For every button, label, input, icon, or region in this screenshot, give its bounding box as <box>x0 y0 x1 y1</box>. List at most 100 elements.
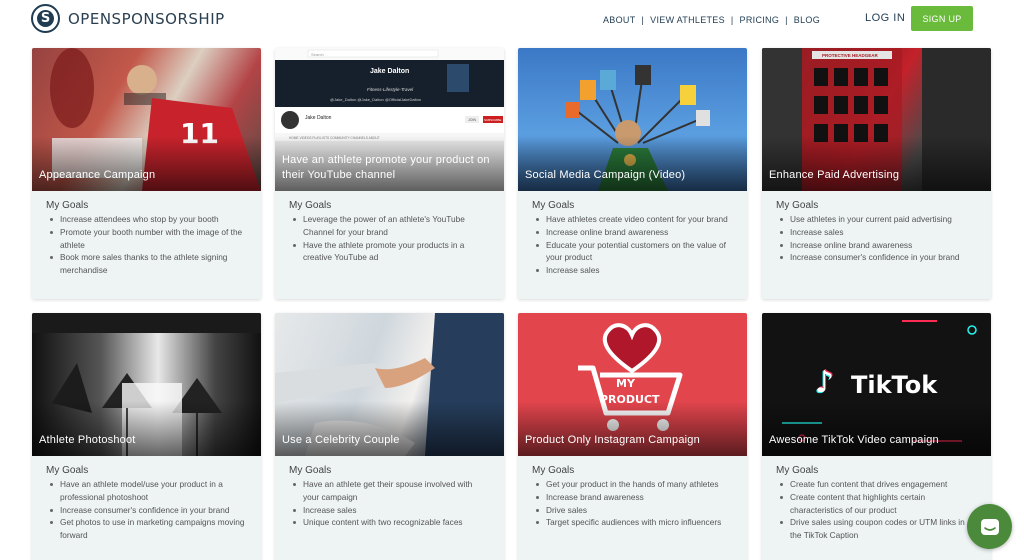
goals-heading: My Goals <box>289 465 332 476</box>
campaign-card-photoshoot[interactable]: Athlete Photoshoot My Goals Have an athl… <box>32 313 261 560</box>
goals-list: Use athletes in your current paid advert… <box>776 213 977 264</box>
goals-list: Have an athlete get their spouse involve… <box>289 478 490 529</box>
goal-item: Use athletes in your current paid advert… <box>776 213 977 226</box>
chat-launcher-button[interactable] <box>967 504 1012 549</box>
goals-list: Leverage the power of an athlete's YouTu… <box>289 213 490 264</box>
goal-item: Target specific audiences with micro inf… <box>532 516 733 529</box>
goal-item: Create content that highlights certain c… <box>776 491 977 517</box>
goal-item: Get your product in the hands of many at… <box>532 478 733 491</box>
goal-item: Educate your potential customers on the … <box>532 239 733 265</box>
goal-item: Create fun content that drives engagemen… <box>776 478 977 491</box>
nav-separator: | <box>730 15 734 25</box>
card-body: My Goals Increase attendees who stop by … <box>32 191 261 285</box>
card-image: PROTECTIVE HEADGEAR Enhance Paid Adverti… <box>762 48 991 191</box>
chat-icon <box>980 518 999 535</box>
nav-pricing[interactable]: PRICING <box>740 15 780 25</box>
goals-list: Have athletes create video content for y… <box>532 213 733 277</box>
campaign-card-product-instagram[interactable]: MY PRODUCT Product Only Instagram Campai… <box>518 313 747 560</box>
card-body: My Goals Create fun content that drives … <box>762 456 991 550</box>
card-image: Athlete Photoshoot <box>32 313 261 456</box>
goal-item: Increase sales <box>776 226 977 239</box>
goal-item: Increase brand awareness <box>532 491 733 504</box>
main-nav: ABOUT | VIEW ATHLETES | PRICING | BLOG <box>603 15 820 25</box>
goals-list: Increase attendees who stop by your boot… <box>46 213 247 277</box>
svg-text:Search: Search <box>311 52 324 57</box>
svg-text:SUBSCRIBE: SUBSCRIBE <box>484 118 501 122</box>
card-body: My Goals Leverage the power of an athlet… <box>275 191 504 272</box>
goal-item: Increase sales <box>532 264 733 277</box>
goal-item: Increase sales <box>289 504 490 517</box>
tiktok-logo-text: TikTok <box>851 371 938 399</box>
campaign-card-tiktok[interactable]: ♪ ♪ ♪ TikTok Awesome TikTok Video campai… <box>762 313 991 560</box>
card-title: Use a Celebrity Couple <box>282 434 400 446</box>
campaign-card-youtube[interactable]: Search Jake Dalton Fitness-Lifestyle-Tra… <box>275 48 504 299</box>
goal-item: Drive sales using coupon codes or UTM li… <box>776 516 977 542</box>
nav-about[interactable]: ABOUT <box>603 15 636 25</box>
goal-item: Increase attendees who stop by your boot… <box>46 213 247 226</box>
goals-heading: My Goals <box>532 200 575 211</box>
login-link[interactable]: LOG IN <box>865 12 905 24</box>
goals-list: Get your product in the hands of many at… <box>532 478 733 529</box>
card-title: Athlete Photoshoot <box>39 434 136 446</box>
nav-blog[interactable]: BLOG <box>794 15 820 25</box>
site-logo[interactable]: S OPENSPONSORSHIP <box>31 4 225 33</box>
goal-item: Have an athlete model/use your product i… <box>46 478 247 504</box>
card-title: Social Media Campaign (Video) <box>525 169 686 181</box>
logo-text: OPENSPONSORSHIP <box>68 9 225 28</box>
nav-view-athletes[interactable]: VIEW ATHLETES <box>650 15 725 25</box>
sign-text: PROTECTIVE HEADGEAR <box>822 53 879 58</box>
card-body: My Goals Have athletes create video cont… <box>518 191 747 285</box>
goal-item: Increase consumer's confidence in your b… <box>46 504 247 517</box>
card-body: My Goals Have an athlete get their spous… <box>275 456 504 537</box>
nav-separator: | <box>641 15 645 25</box>
campaign-card-appearance[interactable]: 11 Appearance Campaign My Goals Increase… <box>32 48 261 299</box>
goal-item: Promote your booth number with the image… <box>46 226 247 252</box>
goal-item: Have an athlete get their spouse involve… <box>289 478 490 504</box>
card-body: My Goals Use athletes in your current pa… <box>762 191 991 272</box>
goal-item: Increase consumer's confidence in your b… <box>776 251 977 264</box>
goal-item: Unique content with two recognizable fac… <box>289 516 490 529</box>
svg-text:♪: ♪ <box>815 365 834 400</box>
goals-heading: My Goals <box>289 200 332 211</box>
card-title: Appearance Campaign <box>39 169 156 181</box>
goal-item: Increase online brand awareness <box>532 226 733 239</box>
goals-heading: My Goals <box>46 200 89 211</box>
svg-text:@Jake_Dalton @Jake_Dalton: @Jake_Dalton @Jake_Dalton @OfficialJakeD… <box>330 97 421 102</box>
goal-item: Book more sales thanks to the athlete si… <box>46 251 247 277</box>
svg-text:Jake Dalton: Jake Dalton <box>305 115 332 121</box>
goals-list: Create fun content that drives engagemen… <box>776 478 977 542</box>
signup-button[interactable]: SIGN UP <box>911 6 973 31</box>
goals-heading: My Goals <box>776 465 819 476</box>
svg-text:Fitness-Lifestyle-Travel: Fitness-Lifestyle-Travel <box>367 87 414 92</box>
campaign-card-social-video[interactable]: Social Media Campaign (Video) My Goals H… <box>518 48 747 299</box>
goal-item: Increase online brand awareness <box>776 239 977 252</box>
goals-list: Have an athlete model/use your product i… <box>46 478 247 542</box>
card-image: Social Media Campaign (Video) <box>518 48 747 191</box>
card-image: MY PRODUCT Product Only Instagram Campai… <box>518 313 747 456</box>
card-body: My Goals Get your product in the hands o… <box>518 456 747 537</box>
card-title: Product Only Instagram Campaign <box>525 434 700 446</box>
goal-item: Have athletes create video content for y… <box>532 213 733 226</box>
art-text-my: MY <box>616 377 636 390</box>
card-image: Use a Celebrity Couple <box>275 313 504 456</box>
svg-text:Jake Dalton: Jake Dalton <box>370 68 409 75</box>
card-image: ♪ ♪ ♪ TikTok Awesome TikTok Video campai… <box>762 313 991 456</box>
card-body: My Goals Have an athlete model/use your … <box>32 456 261 550</box>
goals-heading: My Goals <box>46 465 89 476</box>
goal-item: Drive sales <box>532 504 733 517</box>
site-header: S OPENSPONSORSHIP ABOUT | VIEW ATHLETES … <box>0 0 1024 40</box>
campaign-card-celebrity-couple[interactable]: Use a Celebrity Couple My Goals Have an … <box>275 313 504 560</box>
svg-text:JOIN: JOIN <box>468 118 476 122</box>
nav-separator: | <box>785 15 788 25</box>
card-image: Search Jake Dalton Fitness-Lifestyle-Tra… <box>275 48 504 191</box>
card-title: Awesome TikTok Video campaign <box>769 434 939 446</box>
goals-heading: My Goals <box>532 465 575 476</box>
goal-item: Get photos to use in marketing campaigns… <box>46 516 247 542</box>
goal-item: Have the athlete promote your products i… <box>289 239 490 265</box>
card-title: Enhance Paid Advertising <box>769 169 900 181</box>
campaign-card-paid-advertising[interactable]: PROTECTIVE HEADGEAR Enhance Paid Adverti… <box>762 48 991 299</box>
goal-item: Leverage the power of an athlete's YouTu… <box>289 213 490 239</box>
logo-mark-icon: S <box>31 4 60 33</box>
goals-heading: My Goals <box>776 200 819 211</box>
card-title: Have an athlete promote your product on … <box>282 154 490 181</box>
